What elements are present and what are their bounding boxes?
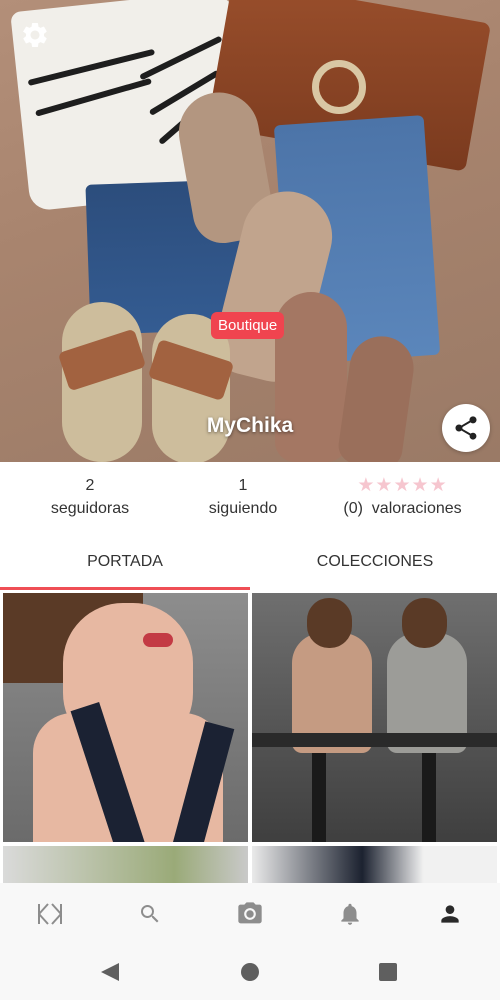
nav-search[interactable] — [135, 899, 165, 929]
share-icon — [455, 416, 477, 440]
back-button[interactable] — [98, 960, 122, 984]
photo-tile[interactable] — [252, 593, 497, 842]
share-button[interactable] — [442, 404, 490, 452]
system-navigation — [0, 945, 500, 1000]
nav-notifications[interactable] — [335, 899, 365, 929]
tab-portada[interactable]: PORTADA — [0, 540, 250, 590]
following-label: siguiendo — [208, 500, 278, 517]
camera-icon — [238, 902, 262, 924]
person-icon — [441, 905, 459, 923]
followers-label: seguidoras — [50, 500, 130, 517]
photo-tile[interactable] — [3, 593, 248, 842]
search-icon — [141, 905, 159, 923]
back-icon — [101, 963, 119, 981]
profile-tabs: PORTADA COLECCIONES — [0, 540, 500, 592]
photo-tile[interactable] — [252, 846, 497, 883]
nav-camera[interactable] — [235, 899, 265, 929]
boutique-badge: Boutique — [211, 312, 285, 339]
star-icon: ★ — [393, 475, 412, 496]
star-icon: ★ — [411, 475, 430, 496]
ratings-stat[interactable]: ★★★★★ (0) valoraciones — [330, 474, 475, 520]
cover-photo: Boutique MyChika — [0, 0, 500, 462]
recents-icon — [379, 963, 397, 981]
following-count: 1 — [238, 477, 248, 494]
rating-stars: ★★★★★ — [330, 474, 475, 497]
nav-profile[interactable] — [435, 899, 465, 929]
logo-icon — [38, 903, 62, 925]
photo-grid — [0, 593, 500, 883]
photo-tile[interactable] — [3, 846, 248, 883]
following-stat[interactable]: 1 siguiendo — [183, 474, 303, 520]
bag-ring — [312, 60, 366, 114]
followers-count: 2 — [85, 477, 95, 494]
bottom-navigation — [0, 883, 500, 945]
home-icon — [241, 963, 259, 981]
profile-stats: 2 seguidoras 1 siguiendo ★★★★★ (0) valor… — [0, 474, 500, 524]
nav-home[interactable] — [35, 899, 65, 929]
shop-name: MyChika — [206, 414, 294, 437]
gear-icon — [22, 22, 47, 47]
settings-button[interactable] — [20, 20, 50, 50]
home-button[interactable] — [238, 960, 262, 984]
star-icon: ★ — [429, 475, 448, 496]
star-icon: ★ — [357, 475, 376, 496]
ratings-label: (0) valoraciones — [343, 500, 462, 517]
star-icon: ★ — [375, 475, 394, 496]
followers-stat[interactable]: 2 seguidoras — [30, 474, 150, 520]
tab-colecciones[interactable]: COLECCIONES — [250, 540, 500, 590]
bell-icon — [341, 903, 359, 925]
recents-button[interactable] — [376, 960, 400, 984]
